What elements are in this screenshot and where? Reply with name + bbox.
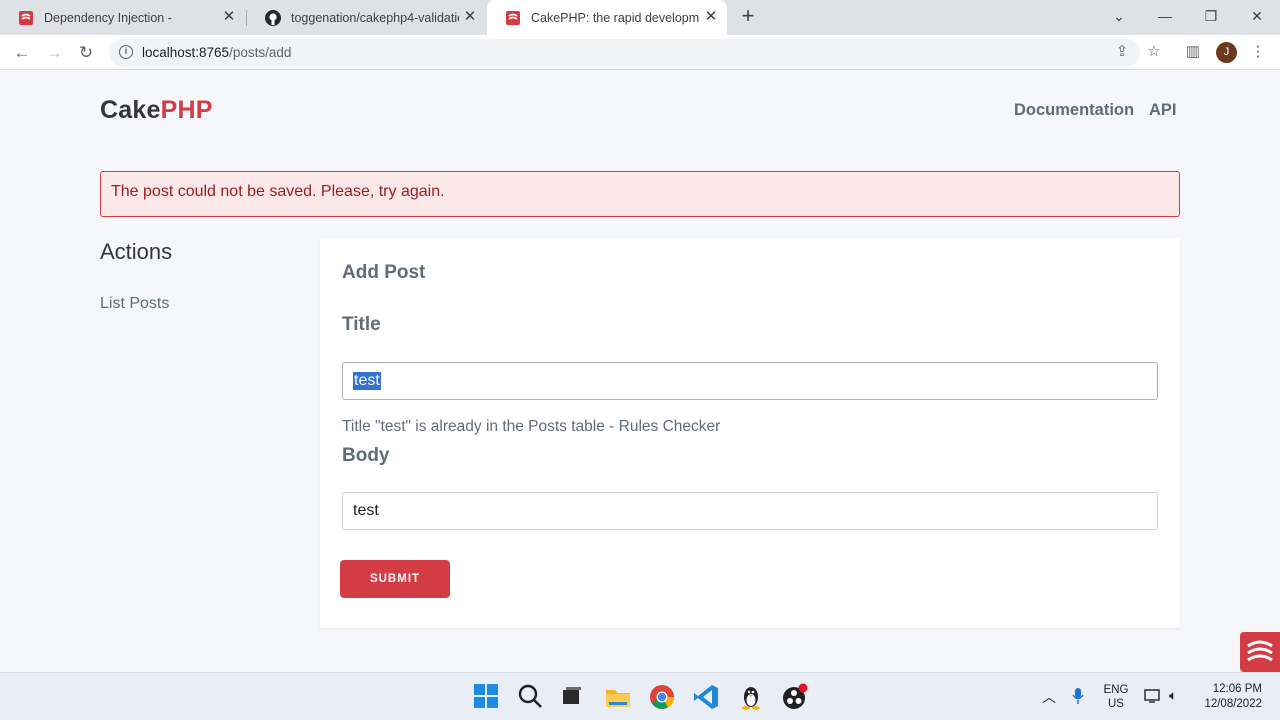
nav-documentation-link[interactable]: Documentation	[1014, 101, 1134, 120]
body-input-value: test	[353, 502, 379, 519]
cakephp-debugkit-icon[interactable]	[1240, 632, 1280, 672]
profile-avatar[interactable]: J	[1216, 42, 1237, 63]
tab-title: CakePHP: the rapid development	[531, 10, 699, 25]
tab-title: Dependency Injection -	[44, 10, 172, 25]
tab-search-chevron-icon[interactable]: ⌄	[1107, 4, 1131, 28]
windows-start-icon[interactable]	[473, 683, 501, 711]
add-post-form: Add Post Title test Title "test" is alre…	[320, 238, 1180, 628]
title-error-message: Title "test" is already in the Posts tab…	[342, 418, 721, 435]
nav-api-link[interactable]: API	[1149, 101, 1177, 120]
cakephp-favicon-icon	[505, 10, 521, 26]
github-icon	[265, 9, 281, 26]
brand-logo[interactable]: CakePHP	[100, 96, 213, 125]
language-code: ENG	[1103, 684, 1129, 696]
language-indicator[interactable]: ENG US	[1102, 683, 1130, 720]
tab-title: toggenation/cakephp4-validation	[291, 10, 459, 25]
forward-arrow-icon[interactable]: →	[42, 41, 66, 65]
menu-kebab-icon[interactable]: ⋮	[1248, 42, 1268, 62]
tab-cakephp[interactable]: CakePHP: the rapid development ✕	[487, 0, 727, 35]
sidebar-link-list-posts[interactable]: List Posts	[100, 295, 169, 313]
windows-taskbar: ︿ ENG US 🔈︎ 12:06 PM 12/08/2022	[0, 672, 1280, 720]
reload-icon[interactable]: ↻	[74, 41, 98, 65]
minimize-icon[interactable]: —	[1153, 4, 1177, 28]
file-explorer-icon[interactable]	[604, 683, 632, 711]
tab-github[interactable]: toggenation/cakephp4-validation ✕	[247, 0, 486, 35]
tab-dependency-injection[interactable]: Dependency Injection - ✕	[0, 0, 245, 35]
tab-close-icon[interactable]: ✕	[703, 9, 719, 25]
search-icon[interactable]	[517, 683, 545, 711]
share-icon[interactable]: ⇪	[1112, 42, 1132, 62]
cakephp-favicon-icon	[18, 10, 34, 26]
chrome-icon[interactable]	[648, 683, 676, 711]
tray-chevron-up-icon[interactable]: ︿	[1042, 687, 1056, 720]
body-input[interactable]: test	[342, 492, 1158, 530]
sidebar-heading: Actions	[100, 239, 173, 264]
address-bar[interactable]: i localhost:8765/posts/add	[109, 39, 1140, 67]
network-icon[interactable]	[1144, 688, 1162, 720]
linux-tux-icon[interactable]	[737, 683, 765, 711]
new-tab-plus-icon[interactable]: +	[737, 5, 759, 28]
close-window-icon[interactable]: ✕	[1245, 4, 1269, 28]
body-label: Body	[342, 445, 390, 466]
browser-toolbar: ← → ↻ i localhost:8765/posts/add ⇪ ☆ ▥ J…	[0, 35, 1280, 70]
title-label: Title	[342, 314, 381, 335]
tab-close-icon[interactable]: ✕	[221, 9, 237, 25]
bookmark-star-icon[interactable]: ☆	[1144, 42, 1164, 62]
clock-time: 12:06 PM	[1212, 683, 1262, 695]
side-panel-icon[interactable]: ▥	[1183, 42, 1203, 62]
page: CakePHP Documentation API The post could…	[0, 71, 1280, 672]
url-text: localhost:8765/posts/add	[142, 45, 292, 60]
clock-date: 12/08/2022	[1204, 698, 1262, 710]
flash-error-message: The post could not be saved. Please, try…	[100, 171, 1180, 217]
back-arrow-icon[interactable]: ←	[10, 41, 34, 65]
tab-close-icon[interactable]: ✕	[462, 9, 478, 25]
submit-button[interactable]: SUBMIT	[340, 560, 450, 598]
clock[interactable]: 12:06 PM 12/08/2022	[1198, 682, 1262, 720]
task-view-icon[interactable]	[559, 683, 587, 711]
browser-tab-bar: Dependency Injection - ✕ toggenation/cak…	[0, 0, 1280, 35]
title-input[interactable]: test	[342, 362, 1158, 400]
microphone-icon[interactable]	[1071, 687, 1085, 720]
volume-icon[interactable]: 🔈︎	[1169, 687, 1177, 720]
restore-icon[interactable]: ❐	[1199, 4, 1223, 28]
vscode-icon[interactable]	[692, 683, 720, 711]
title-input-selected-text: test	[353, 372, 381, 390]
obs-recording-icon[interactable]	[781, 683, 809, 711]
form-legend: Add Post	[342, 262, 426, 283]
region-code: US	[1108, 698, 1124, 710]
site-info-icon[interactable]: i	[119, 45, 133, 59]
